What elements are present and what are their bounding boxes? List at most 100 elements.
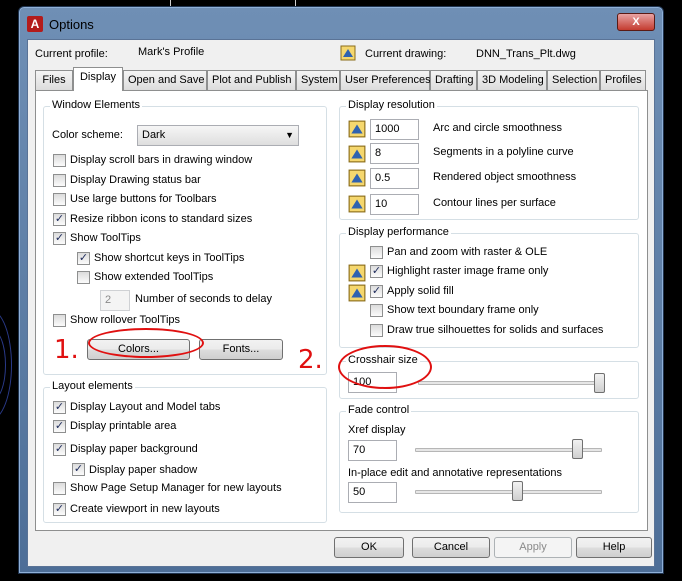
contour-lines-label: Contour lines per surface [433,197,556,209]
rendered-smoothness-label: Rendered object smoothness [433,171,577,183]
display-tab-panel: Window Elements Color scheme: Dark ▼ Dis… [35,90,648,531]
checkbox-resize-ribbon[interactable]: ✓ [53,213,66,226]
tab-plot-and-publish[interactable]: Plot and Publish [207,70,296,90]
xref-display-input[interactable]: 70 [348,440,397,461]
tab-selection[interactable]: Selection [547,70,600,90]
dialog-client: Current profile: Mark's Profile Current … [27,39,655,567]
current-drawing-value: DNN_Trans_Plt.dwg [476,48,576,60]
options-dialog: A Options X Current profile: Mark's Prof… [18,6,664,574]
checkbox-highlight-raster[interactable]: ✓ [370,265,383,278]
inplace-slider-track[interactable] [415,490,602,494]
label-layout-model-tabs: Display Layout and Model tabs [70,401,221,413]
display-performance-title: Display performance [346,226,451,238]
color-scheme-value: Dark [142,129,166,141]
color-scheme-dropdown[interactable]: Dark ▼ [137,125,299,146]
tab-user-preferences[interactable]: User Preferences [340,70,431,90]
annotation-circle-colors [88,328,204,358]
drawing-setting-icon [348,145,366,163]
label-apply-solid-fill: Apply solid fill [387,285,454,297]
tab-display[interactable]: Display [73,67,123,91]
label-status-bar: Display Drawing status bar [70,174,201,186]
display-performance-group: Display performance Pan and zoom with ra… [339,226,639,348]
drawing-setting-icon [348,195,366,213]
label-paper-background: Display paper background [70,443,198,455]
xref-slider-thumb[interactable] [572,439,583,459]
delay-seconds-label: Number of seconds to delay [135,293,272,305]
autocad-app-icon: A [27,16,43,32]
display-resolution-title: Display resolution [346,99,437,111]
checkbox-create-viewport[interactable]: ✓ [53,503,66,516]
tab-profiles[interactable]: Profiles [600,70,646,90]
checkbox-printable-area[interactable]: ✓ [53,420,66,433]
label-pan-zoom-raster: Pan and zoom with raster & OLE [387,246,548,258]
checkbox-shortcut-keys[interactable]: ✓ [77,252,90,265]
label-shortcut-keys: Show shortcut keys in ToolTips [94,252,245,264]
current-profile-label: Current profile: [35,48,108,60]
rendered-smoothness-input[interactable]: 0.5 [370,168,419,189]
checkbox-page-setup-manager[interactable] [53,482,66,495]
label-rollover-tooltips: Show rollover ToolTips [70,314,181,326]
window-title: Options [49,17,94,32]
arc-smoothness-label: Arc and circle smoothness [433,122,562,134]
contour-lines-input[interactable]: 10 [370,194,419,215]
current-profile-value: Mark's Profile [138,46,205,58]
checkbox-paper-shadow[interactable]: ✓ [72,463,85,476]
inplace-slider-thumb[interactable] [512,481,523,501]
drawing-icon [340,45,356,61]
checkbox-pan-zoom-raster[interactable] [370,246,383,259]
delay-seconds-input[interactable]: 2 [100,290,130,311]
cancel-button[interactable]: Cancel [412,537,490,558]
window-elements-title: Window Elements [50,99,143,111]
label-show-tooltips: Show ToolTips [70,232,141,244]
tab-drafting[interactable]: Drafting [430,70,477,90]
drawing-setting-icon [348,169,366,187]
tab-3d-modeling[interactable]: 3D Modeling [477,70,547,90]
label-page-setup-manager: Show Page Setup Manager for new layouts [70,482,282,494]
label-paper-shadow: Display paper shadow [89,464,198,476]
checkbox-apply-solid-fill[interactable]: ✓ [370,285,383,298]
xref-display-label: Xref display [348,424,406,436]
fade-control-group: Fade control Xref display 70 In-place ed… [339,404,639,513]
close-button[interactable]: X [617,13,655,31]
tab-system[interactable]: System [296,70,340,90]
layout-elements-group: Layout elements ✓ Display Layout and Mod… [43,380,327,523]
checkbox-paper-background[interactable]: ✓ [53,443,66,456]
checkbox-rollover-tooltips[interactable] [53,314,66,327]
annotation-number-two: 2. [298,345,323,375]
drawing-setting-icon [348,120,366,138]
annotation-number-one: 1. [54,335,79,365]
current-drawing-label: Current drawing: [365,48,447,60]
drawing-setting-icon [348,284,366,302]
label-highlight-raster: Highlight raster image frame only [387,265,549,277]
title-bar[interactable]: A Options X [19,7,663,39]
ok-button[interactable]: OK [334,537,404,558]
checkbox-scroll-bars[interactable] [53,154,66,167]
display-resolution-group: Display resolution 1000 Arc and circle s… [339,99,639,220]
inplace-edit-input[interactable]: 50 [348,482,397,503]
label-resize-ribbon: Resize ribbon icons to standard sizes [70,213,253,225]
apply-button[interactable]: Apply [494,537,572,558]
fonts-button[interactable]: Fonts... [199,339,283,360]
layout-elements-title: Layout elements [50,380,135,392]
checkbox-status-bar[interactable] [53,174,66,187]
label-printable-area: Display printable area [70,420,177,432]
checkbox-text-boundary[interactable] [370,304,383,317]
checkbox-show-tooltips[interactable]: ✓ [53,232,66,245]
annotation-circle-crosshair [338,345,432,389]
tab-open-and-save[interactable]: Open and Save [123,70,207,90]
checkbox-extended-tooltips[interactable] [77,271,90,284]
help-button[interactable]: Help [576,537,652,558]
label-extended-tooltips: Show extended ToolTips [94,271,214,283]
checkbox-large-buttons[interactable] [53,193,66,206]
checkbox-true-silhouettes[interactable] [370,324,383,337]
label-large-buttons: Use large buttons for Toolbars [70,193,217,205]
crosshair-slider-thumb[interactable] [594,373,605,393]
polyline-segments-input[interactable]: 8 [370,143,419,164]
inplace-edit-label: In-place edit and annotative representat… [348,467,563,479]
tab-files[interactable]: Files [35,70,73,90]
chevron-down-icon: ▼ [285,130,294,140]
checkbox-layout-model-tabs[interactable]: ✓ [53,401,66,414]
crosshair-slider-track[interactable] [418,381,604,385]
label-true-silhouettes: Draw true silhouettes for solids and sur… [387,324,604,336]
arc-smoothness-input[interactable]: 1000 [370,119,419,140]
